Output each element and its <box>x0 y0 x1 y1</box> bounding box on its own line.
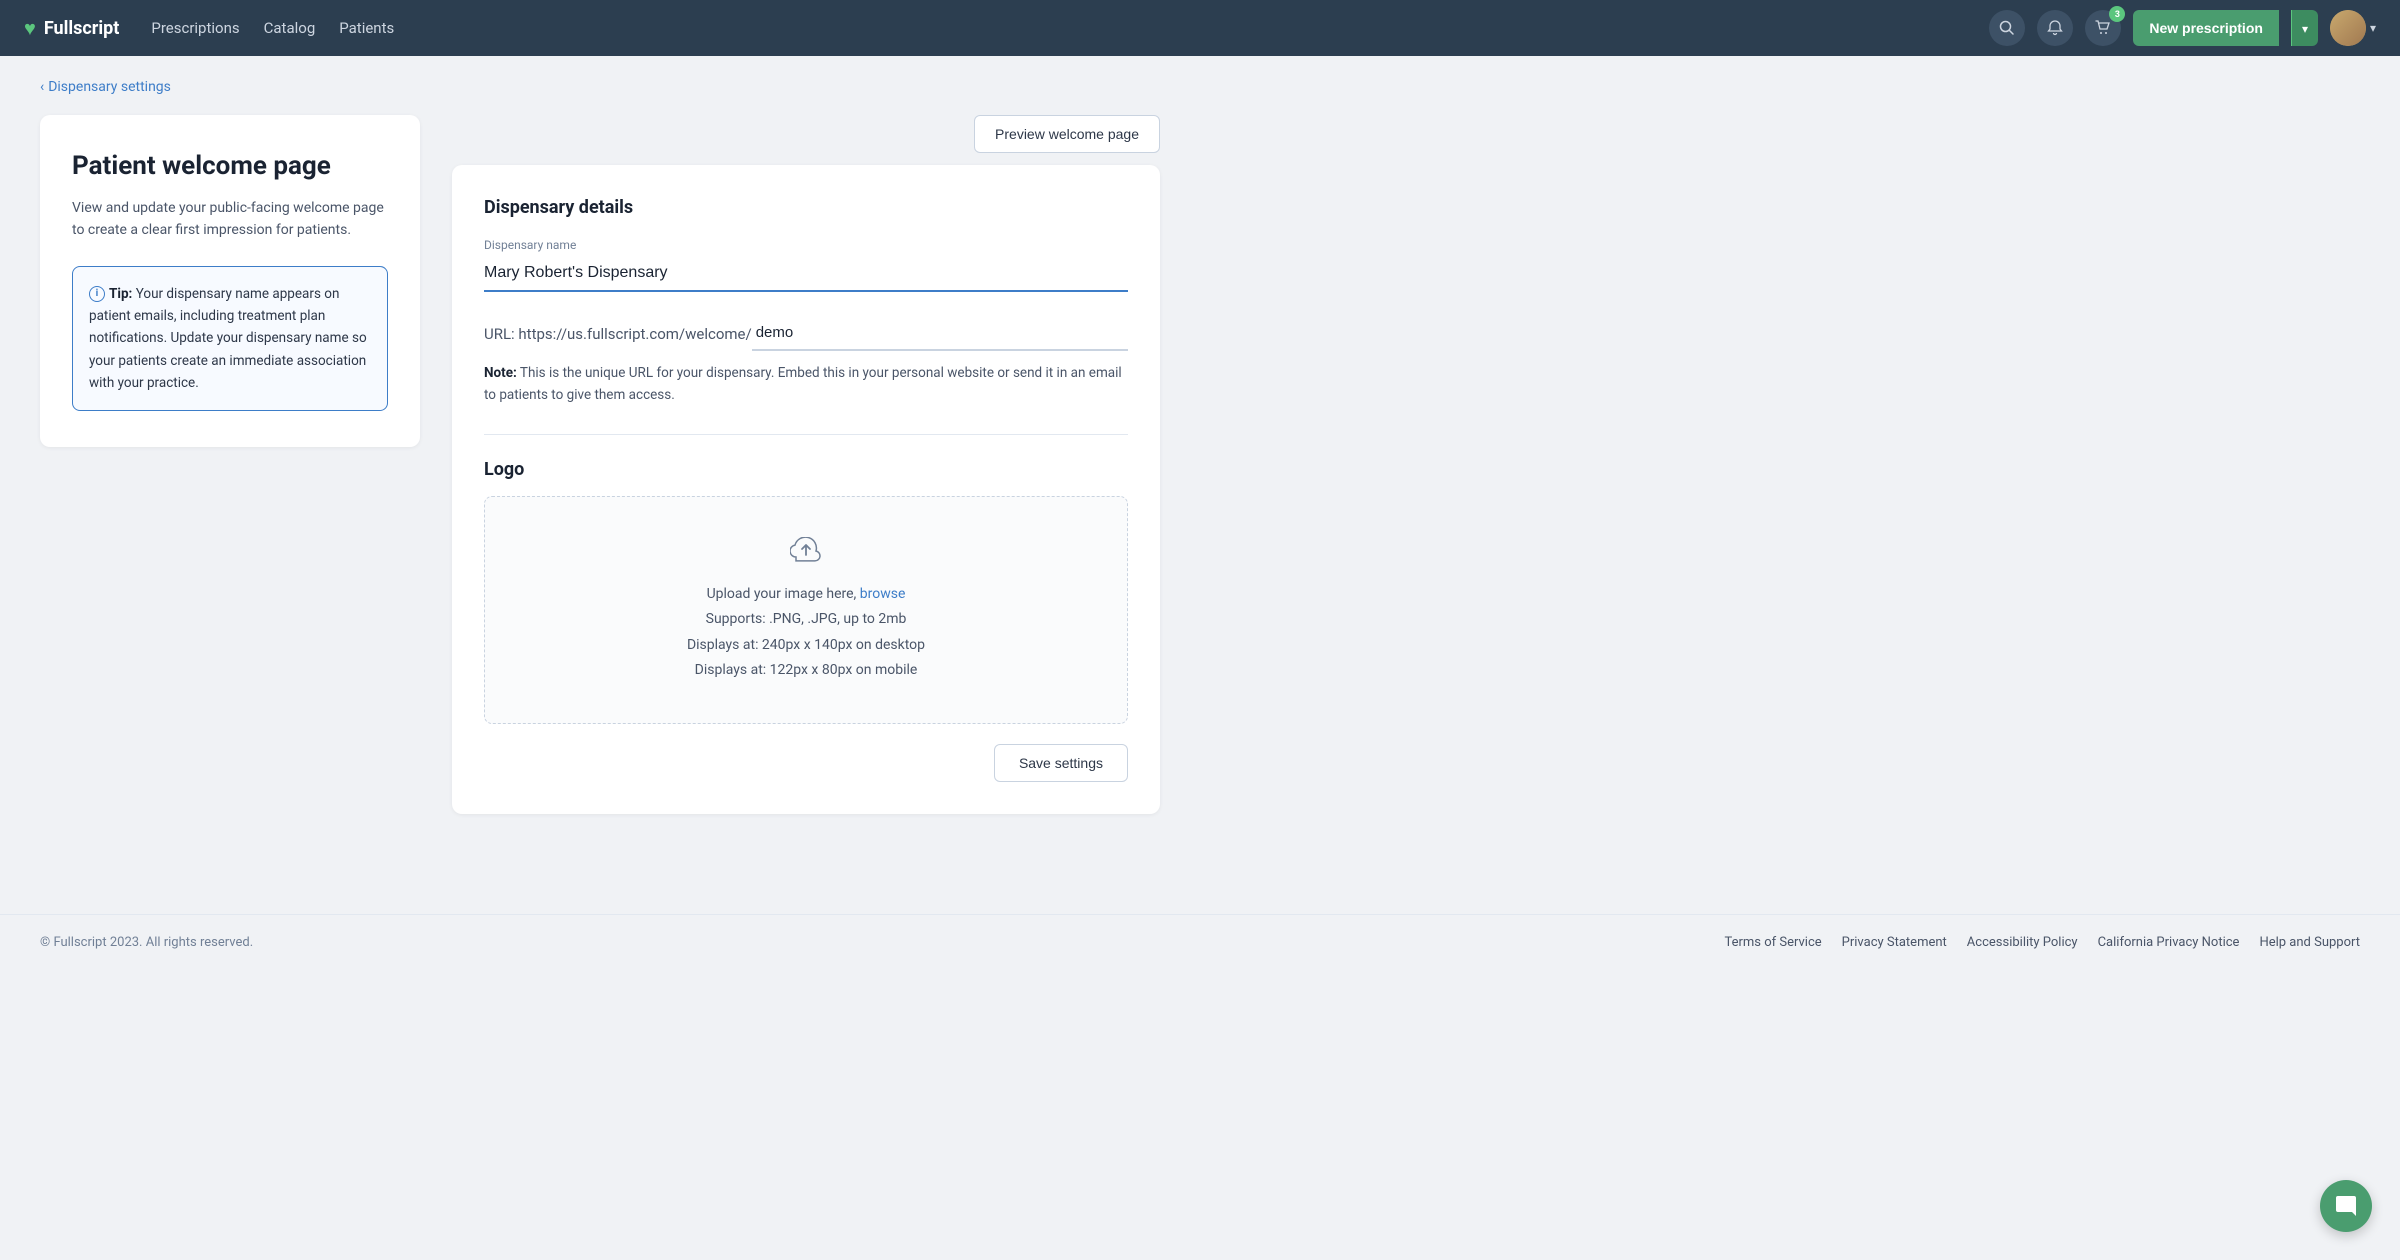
avatar[interactable] <box>2330 10 2366 46</box>
page-description: View and update your public-facing welco… <box>72 197 388 242</box>
tip-content: iTip: Your dispensary name appears on pa… <box>89 283 371 394</box>
notifications-button[interactable] <box>2037 10 2073 46</box>
brand-heart-icon: ♥ <box>24 16 36 41</box>
navbar: ♥ Fullscript Prescriptions Catalog Patie… <box>0 0 2400 56</box>
url-note: Note: This is the unique URL for your di… <box>484 359 1128 406</box>
info-icon: i <box>89 286 105 302</box>
dispensary-details-heading: Dispensary details <box>484 197 1128 218</box>
url-slug-input[interactable] <box>752 316 1128 351</box>
dispensary-name-input[interactable] <box>484 256 1128 292</box>
footer-help[interactable]: Help and Support <box>2259 935 2360 950</box>
avatar-chevron-icon[interactable]: ▾ <box>2370 21 2376 35</box>
section-divider <box>484 434 1128 435</box>
new-prescription-dropdown[interactable]: ▾ <box>2291 10 2318 46</box>
browse-link[interactable]: browse <box>860 586 906 602</box>
url-row: URL: https://us.fullscript.com/welcome/ <box>484 316 1128 351</box>
bell-icon <box>2047 20 2063 36</box>
upload-text-main: Upload your image here, <box>707 586 857 602</box>
save-settings-button[interactable]: Save settings <box>994 744 1128 782</box>
supports-text: Supports: .PNG, .JPG, up to 2mb <box>706 611 907 627</box>
footer: © Fullscript 2023. All rights reserved. … <box>0 914 2400 970</box>
save-row: Save settings <box>484 744 1128 782</box>
main-card: Dispensary details Dispensary name URL: … <box>452 165 1160 814</box>
brand-logo[interactable]: ♥ Fullscript <box>24 16 119 41</box>
user-avatar-area: ▾ <box>2330 10 2376 46</box>
dispensary-name-field: Dispensary name <box>484 238 1128 292</box>
tip-bold: Tip: <box>109 286 132 302</box>
avatar-image <box>2330 10 2366 46</box>
preview-button-row: Preview welcome page <box>452 115 1160 153</box>
nav-catalog[interactable]: Catalog <box>264 19 316 37</box>
nav-prescriptions[interactable]: Prescriptions <box>151 19 239 37</box>
brand-name: Fullscript <box>44 18 120 39</box>
dispensary-name-label: Dispensary name <box>484 238 1128 252</box>
footer-ca-privacy[interactable]: California Privacy Notice <box>2098 935 2240 950</box>
footer-copyright: © Fullscript 2023. All rights reserved. <box>40 935 253 950</box>
nav-right: 3 New prescription ▾ ▾ <box>1989 10 2376 46</box>
url-prefix-label: URL: https://us.fullscript.com/welcome/ <box>484 325 752 343</box>
note-bold: Note: <box>484 365 517 381</box>
tip-box: iTip: Your dispensary name appears on pa… <box>72 266 388 411</box>
new-prescription-button[interactable]: New prescription <box>2133 10 2279 46</box>
nav-links: Prescriptions Catalog Patients <box>151 19 1957 37</box>
left-panel: Patient welcome page View and update you… <box>40 115 420 447</box>
footer-privacy[interactable]: Privacy Statement <box>1842 935 1947 950</box>
note-body: This is the unique URL for your dispensa… <box>484 365 1122 403</box>
back-arrow-icon: ‹ <box>40 79 44 95</box>
search-icon <box>1999 20 2015 36</box>
chevron-down-icon: ▾ <box>2302 22 2308 36</box>
upload-instructions: Upload your image here, browse Supports:… <box>505 582 1107 683</box>
breadcrumb-label: Dispensary settings <box>48 79 171 95</box>
desktop-display-text: Displays at: 240px x 140px on desktop <box>687 637 925 653</box>
right-section: Preview welcome page Dispensary details … <box>452 115 1160 814</box>
footer-links: Terms of Service Privacy Statement Acces… <box>1724 935 2360 950</box>
logo-upload-area[interactable]: Upload your image here, browse Supports:… <box>484 496 1128 724</box>
upload-cloud-icon <box>505 537 1107 572</box>
cart-button[interactable]: 3 <box>2085 10 2121 46</box>
nav-patients[interactable]: Patients <box>339 19 394 37</box>
cart-icon <box>2095 20 2111 36</box>
mobile-display-text: Displays at: 122px x 80px on mobile <box>695 662 918 678</box>
breadcrumb-back-link[interactable]: ‹ Dispensary settings <box>40 79 171 95</box>
cart-badge: 3 <box>2109 6 2125 22</box>
preview-welcome-page-button[interactable]: Preview welcome page <box>974 115 1160 153</box>
page-title: Patient welcome page <box>72 151 388 181</box>
page-content: Patient welcome page View and update you… <box>0 105 1200 854</box>
logo-section-title: Logo <box>484 459 1128 480</box>
chat-bubble-button[interactable] <box>2320 1180 2372 1232</box>
search-button[interactable] <box>1989 10 2025 46</box>
footer-terms[interactable]: Terms of Service <box>1724 935 1821 950</box>
breadcrumb-bar: ‹ Dispensary settings <box>0 56 2400 105</box>
chat-icon <box>2334 1194 2358 1218</box>
footer-accessibility[interactable]: Accessibility Policy <box>1967 935 2078 950</box>
